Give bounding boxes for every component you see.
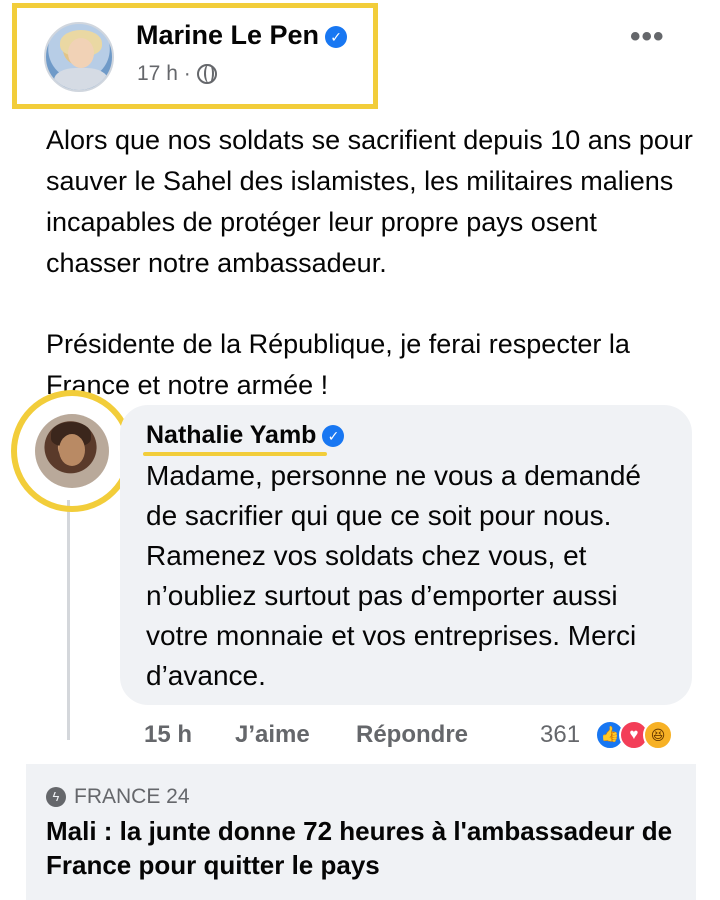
post-paragraph: Présidente de la République, je ferai re…: [46, 329, 630, 400]
comment-avatar[interactable]: [35, 414, 109, 488]
link-title[interactable]: Mali : la junte donne 72 heures à l'amba…: [46, 814, 686, 882]
verified-badge-icon: ✓: [322, 425, 345, 447]
link-card[interactable]: ϟ FRANCE 24 Mali : la junte donne 72 heu…: [26, 764, 696, 900]
globe-icon[interactable]: [196, 64, 217, 84]
avatar-face: [68, 38, 94, 68]
like-button[interactable]: J’aime: [235, 721, 310, 749]
author-name-text[interactable]: Marine Le Pen: [136, 20, 319, 50]
reaction-count[interactable]: 361: [540, 721, 580, 749]
more-options-button[interactable]: •••: [630, 20, 665, 54]
link-source: ϟ FRANCE 24: [46, 785, 190, 809]
comment-text: Madame, personne ne vous a demandé de sa…: [146, 460, 641, 691]
bolt-icon: ϟ: [46, 787, 66, 807]
thread-line: [67, 500, 70, 740]
comment-actions: 15 h J’aime Répondre 361 👍 ♥ 😆: [144, 720, 696, 753]
verified-badge-icon: ✓: [325, 26, 348, 48]
post-time[interactable]: 17 h ·: [137, 62, 191, 86]
post-body: Alors que nos soldats se sacrifient depu…: [46, 120, 696, 406]
post-paragraph: Alors que nos soldats se sacrifient depu…: [46, 125, 693, 278]
avatar-body: [54, 68, 108, 90]
reply-button[interactable]: Répondre: [356, 721, 468, 749]
reactions[interactable]: 👍 ♥ 😆: [595, 720, 695, 752]
comment-time[interactable]: 15 h: [144, 721, 192, 749]
haha-icon: 😆: [643, 720, 673, 750]
post-meta: 17 h ·: [137, 62, 217, 86]
avatar-face: [59, 434, 85, 466]
link-source-text: FRANCE 24: [74, 785, 190, 808]
author-name[interactable]: Marine Le Pen ✓: [136, 20, 348, 51]
author-avatar[interactable]: [44, 22, 114, 92]
comment-author-text[interactable]: Nathalie Yamb: [146, 421, 316, 449]
comment-author[interactable]: Nathalie Yamb ✓: [146, 421, 345, 450]
